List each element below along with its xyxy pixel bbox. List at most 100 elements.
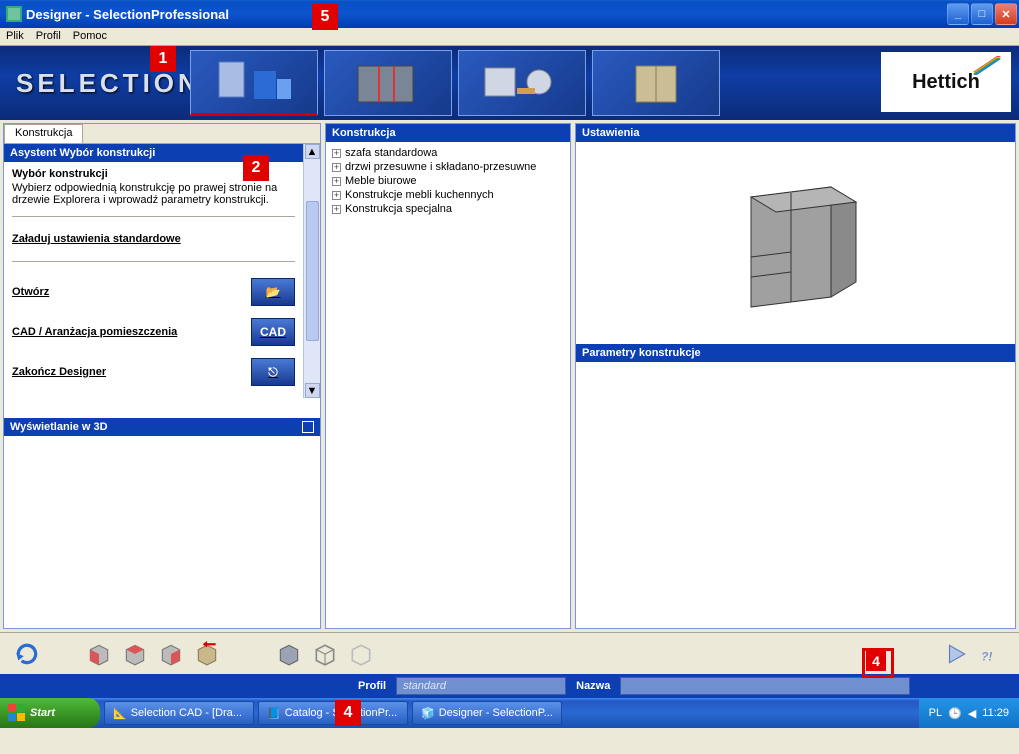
expand-icon[interactable]: + — [332, 191, 341, 200]
profil-input[interactable] — [396, 677, 566, 695]
maximize-button[interactable]: □ — [971, 3, 993, 25]
windows-logo-icon — [8, 704, 26, 722]
view3d-header[interactable]: Wyświetlanie w 3D — [4, 418, 320, 436]
menu-pomoc[interactable]: Pomoc — [73, 30, 107, 43]
help-button[interactable]: ?! — [977, 639, 1007, 669]
params-header-label: Parametry konstrukcje — [582, 347, 701, 359]
cad-icon: CAD — [251, 318, 295, 346]
wybor-desc: Wybierz odpowiednią konstrukcję po prawe… — [12, 182, 295, 206]
left-panel: Konstrukcja Asystent Wybór konstrukcji W… — [3, 123, 321, 629]
tab-konstrukcja[interactable]: Konstrukcja — [4, 124, 83, 143]
open-label: Otwórz — [12, 286, 49, 298]
profil-label: Profil — [358, 680, 386, 692]
scroll-down-icon[interactable]: ▼ — [305, 383, 320, 398]
app-icon — [6, 6, 22, 22]
menu-profil[interactable]: Profil — [36, 30, 61, 43]
params-body — [576, 362, 1015, 628]
scroll-up-icon[interactable]: ▲ — [305, 144, 320, 159]
callout-1: 1 — [150, 46, 176, 72]
settings-header: Ustawienia — [576, 124, 1015, 142]
svg-text:?!: ?! — [981, 649, 992, 663]
expand-icon[interactable]: + — [332, 149, 341, 158]
menu-bar: Plik Profil Pomoc — [0, 28, 1019, 46]
taskbar-label: Selection CAD - [Dra... — [131, 707, 242, 719]
callout-5: 5 — [312, 4, 338, 30]
banner-thumb-3[interactable] — [458, 50, 586, 116]
banner-title: SELECTION — [16, 68, 201, 99]
start-button[interactable]: Start — [0, 698, 100, 728]
view3d-body — [4, 436, 320, 628]
tree-item[interactable]: + drzwi przesuwne i składano-przesuwne — [332, 160, 564, 174]
cad-link[interactable]: CAD / Aranżacja pomieszczenia CAD — [12, 312, 295, 352]
tree-label: Konstrukcje mebli kuchennych — [345, 189, 494, 201]
open-folder-icon: 📂 — [251, 278, 295, 306]
undo-button[interactable] — [192, 639, 222, 669]
tray-icon[interactable]: ◀ — [968, 707, 976, 720]
tree-label: szafa standardowa — [345, 147, 437, 159]
tree-label: Meble biurowe — [345, 175, 417, 187]
lang-indicator[interactable]: PL — [929, 707, 942, 719]
banner-thumb-4[interactable] — [592, 50, 720, 116]
expand-icon[interactable]: + — [332, 177, 341, 186]
taskbar-item[interactable]: 📘Catalog - SelectionPr... — [258, 701, 408, 725]
expand-icon[interactable]: + — [332, 163, 341, 172]
construction-tree: + szafa standardowa + drzwi przesuwne i sk… — [326, 142, 570, 220]
load-standard-label: Załaduj ustawienia standardowe — [12, 233, 181, 245]
mid-header-label: Konstrukcja — [332, 127, 396, 139]
cube-solid-button[interactable] — [274, 639, 304, 669]
play-button[interactable] — [941, 639, 971, 669]
banner-thumb-2[interactable] — [324, 50, 452, 116]
system-tray: PL 🕒 ◀ 11:29 — [919, 698, 1019, 728]
load-standard-link[interactable]: Załaduj ustawienia standardowe — [12, 227, 295, 251]
view3d-toggle-icon[interactable] — [302, 421, 314, 433]
params-header: Parametry konstrukcje — [576, 344, 1015, 362]
clock: 11:29 — [982, 707, 1009, 719]
window-title: Designer - SelectionProfessional — [26, 7, 947, 22]
taskbar: Start 📐Selection CAD - [Dra... 📘Catalog … — [0, 698, 1019, 728]
cube-red2-button[interactable] — [120, 639, 150, 669]
expand-icon[interactable]: + — [332, 205, 341, 214]
left-tabstrip: Konstrukcja — [4, 124, 320, 144]
tree-item[interactable]: + Konstrukcje mebli kuchennych — [332, 188, 564, 202]
brand-name: Hettich — [912, 71, 980, 94]
exit-label: Zakończ Designer — [12, 366, 106, 378]
exit-icon: ⎋ — [251, 358, 295, 386]
right-panel: Ustawienia Parametry konstrukcje — [575, 123, 1016, 629]
cad-label: CAD / Aranżacja pomieszczenia — [12, 326, 177, 338]
close-button[interactable]: ✕ — [995, 3, 1017, 25]
tree-item[interactable]: + Meble biurowe — [332, 174, 564, 188]
banner-thumb-1[interactable] — [190, 50, 318, 116]
start-label: Start — [30, 707, 55, 719]
tray-icon[interactable]: 🕒 — [948, 707, 962, 720]
logo-stripes-icon — [973, 56, 1001, 76]
menu-plik[interactable]: Plik — [6, 30, 24, 43]
callout-4a: 4 — [335, 700, 361, 726]
tree-label: drzwi przesuwne i składano-przesuwne — [345, 161, 536, 173]
preview-3d — [576, 142, 1015, 342]
nazwa-input[interactable] — [620, 677, 910, 695]
taskbar-item[interactable]: 📐Selection CAD - [Dra... — [104, 701, 254, 725]
settings-header-label: Ustawienia — [582, 127, 639, 139]
exit-link[interactable]: Zakończ Designer ⎋ — [12, 352, 295, 392]
callout-4b: 4 — [866, 651, 886, 671]
left-scrollbar[interactable]: ▲ ▼ — [303, 144, 320, 398]
open-link[interactable]: Otwórz 📂 — [12, 272, 295, 312]
tree-item[interactable]: + Konstrukcja specjalna — [332, 202, 564, 216]
cube-red3-button[interactable] — [156, 639, 186, 669]
workspace: Konstrukcja Asystent Wybór konstrukcji W… — [0, 120, 1019, 632]
cabinet-preview-icon — [721, 167, 871, 317]
cube-wireframe2-button[interactable] — [346, 639, 376, 669]
cube-red-button[interactable] — [84, 639, 114, 669]
tree-item[interactable]: + szafa standardowa — [332, 146, 564, 160]
assistant-header-label: Asystent Wybór konstrukcji — [10, 147, 155, 159]
window-titlebar: Designer - SelectionProfessional _ □ ✕ — [0, 0, 1019, 28]
cube-wireframe-button[interactable] — [310, 639, 340, 669]
scroll-thumb[interactable] — [306, 201, 319, 341]
minimize-button[interactable]: _ — [947, 3, 969, 25]
taskbar-item[interactable]: 🧊Designer - SelectionP... — [412, 701, 562, 725]
tree-label: Konstrukcja specjalna — [345, 203, 452, 215]
refresh-button[interactable] — [12, 639, 42, 669]
taskbar-label: Designer - SelectionP... — [439, 707, 553, 719]
nazwa-label: Nazwa — [576, 680, 610, 692]
view3d-label: Wyświetlanie w 3D — [10, 421, 108, 433]
